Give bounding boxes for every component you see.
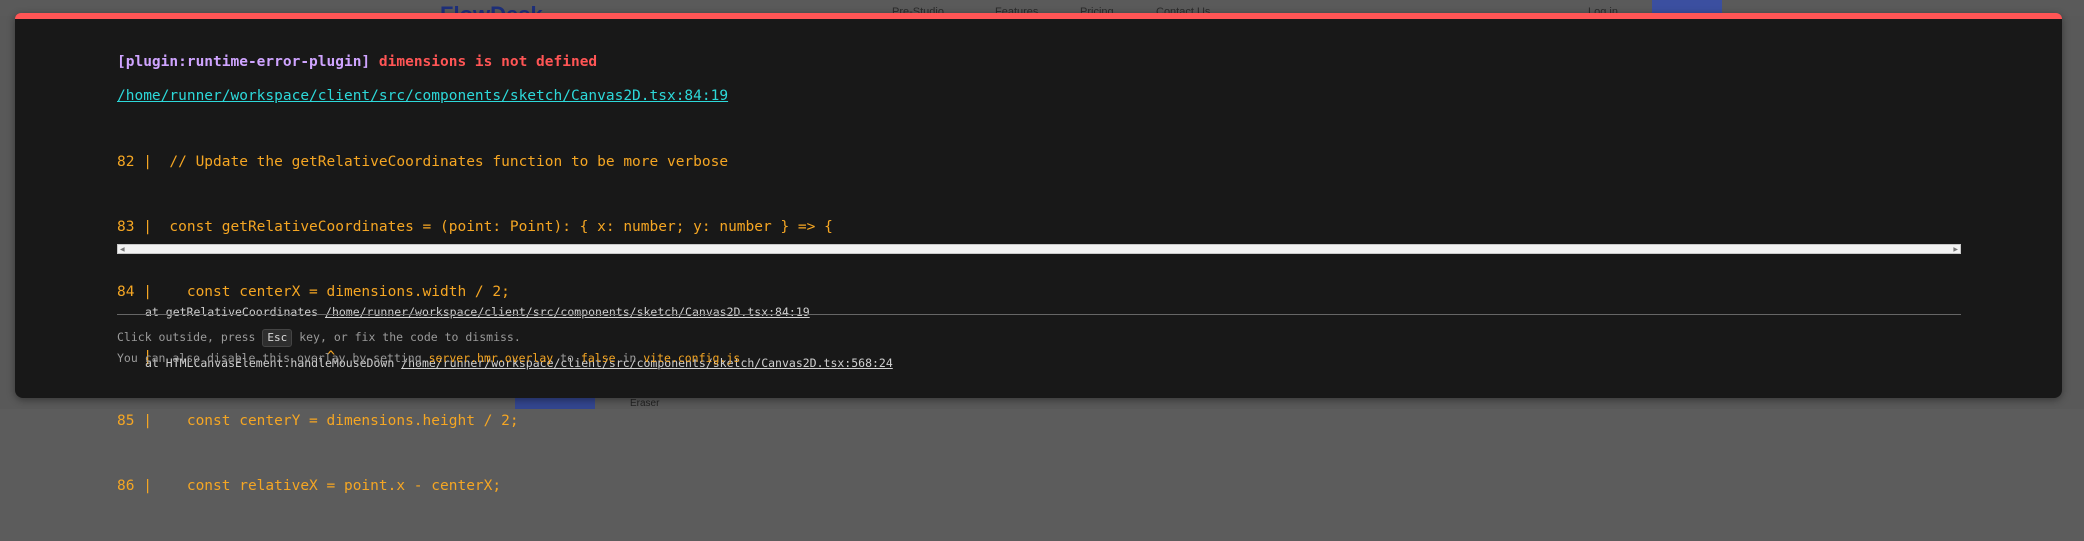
error-file-link[interactable]: /home/runner/workspace/client/src/compon… xyxy=(117,88,728,104)
dismiss-tip: Click outside, press Esc key, or fix the… xyxy=(117,329,521,347)
tip-text: to xyxy=(553,351,581,365)
config-file-name: vite.config.js xyxy=(643,351,741,365)
stack-frame-link[interactable]: /home/runner/workspace/client/src/compon… xyxy=(325,305,810,319)
error-overlay-window[interactable]: [plugin:runtime-error-plugin] dimensions… xyxy=(15,13,2062,494)
stack-frame: at getRelativeCoordinates /home/runner/w… xyxy=(145,304,893,321)
tip-text: Click outside, press xyxy=(117,330,263,344)
tip-text: in xyxy=(615,351,644,365)
tip-text: key, or fix the code to dismiss. xyxy=(292,330,521,344)
error-message: dimensions is not defined xyxy=(378,54,598,70)
code-line: 86 | const relativeX = point.x - centerX… xyxy=(117,478,502,495)
config-setting-value: false xyxy=(580,351,616,365)
code-line: 82 | // Update the getRelativeCoordinate… xyxy=(117,154,729,171)
error-heading: [plugin:runtime-error-plugin] dimensions… xyxy=(117,54,597,70)
divider xyxy=(117,314,1961,315)
code-line: 83 | const getRelativeCoordinates = (poi… xyxy=(117,218,833,235)
plugin-label: [plugin:runtime-error-plugin] xyxy=(117,54,371,70)
tip-text: You can also disable this overlay by set… xyxy=(117,351,429,365)
config-setting-name: server.hmr.overlay xyxy=(428,351,554,365)
scroll-right-arrow-icon[interactable]: ▶ xyxy=(1953,246,1958,253)
scroll-left-arrow-icon[interactable]: ◀ xyxy=(120,246,125,253)
code-line: 85 | const centerY = dimensions.height /… xyxy=(117,413,519,430)
disable-overlay-tip: You can also disable this overlay by set… xyxy=(117,351,747,365)
code-frame-scrollbar[interactable]: ◀ ▶ xyxy=(117,244,1961,254)
stack-frame-function: at getRelativeCoordinates xyxy=(145,305,326,319)
tip-text: . xyxy=(740,351,748,365)
esc-key-badge: Esc xyxy=(262,329,293,347)
